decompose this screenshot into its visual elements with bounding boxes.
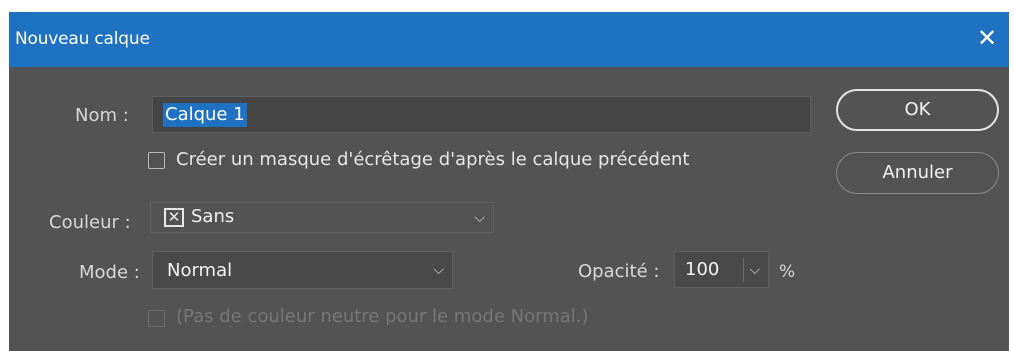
name-label: Nom : bbox=[75, 105, 129, 126]
chevron-down-icon: ⌵ bbox=[474, 210, 485, 226]
chevron-down-icon: ⌵ bbox=[433, 262, 444, 278]
ok-button[interactable]: OK bbox=[836, 89, 999, 131]
opacity-divider bbox=[743, 258, 744, 282]
close-icon[interactable]: ✕ bbox=[973, 24, 1001, 52]
mode-select[interactable]: Normal ⌵ bbox=[152, 251, 453, 289]
neutral-color-checkbox bbox=[148, 310, 165, 327]
title-bar: Nouveau calque ✕ bbox=[9, 12, 1009, 67]
name-input-value: Calque 1 bbox=[163, 103, 247, 127]
clipping-mask-checkbox[interactable] bbox=[148, 152, 165, 169]
dialog-title: Nouveau calque bbox=[15, 29, 150, 49]
color-label: Couleur : bbox=[49, 212, 131, 233]
chevron-down-icon[interactable]: ⌵ bbox=[749, 262, 760, 278]
opacity-unit: % bbox=[779, 262, 796, 282]
cancel-button[interactable]: Annuler bbox=[836, 152, 999, 194]
clipping-mask-label[interactable]: Créer un masque d'écrêtage d'après le ca… bbox=[176, 149, 690, 170]
name-input[interactable]: Calque 1 bbox=[152, 96, 811, 133]
mode-select-value: Normal bbox=[167, 260, 233, 281]
new-layer-dialog: Nouveau calque ✕ Nom : Calque 1 Créer un… bbox=[9, 12, 1009, 351]
opacity-value: 100 bbox=[685, 259, 720, 280]
x-box-icon: ✕ bbox=[164, 208, 184, 227]
opacity-label: Opacité : bbox=[578, 261, 660, 282]
neutral-color-label: (Pas de couleur neutre pour le mode Norm… bbox=[176, 306, 589, 327]
color-select[interactable]: ✕ Sans ⌵ bbox=[150, 202, 494, 233]
opacity-input[interactable]: 100 ⌵ bbox=[674, 251, 769, 288]
mode-label: Mode : bbox=[79, 262, 140, 283]
color-select-value: Sans bbox=[191, 206, 235, 227]
